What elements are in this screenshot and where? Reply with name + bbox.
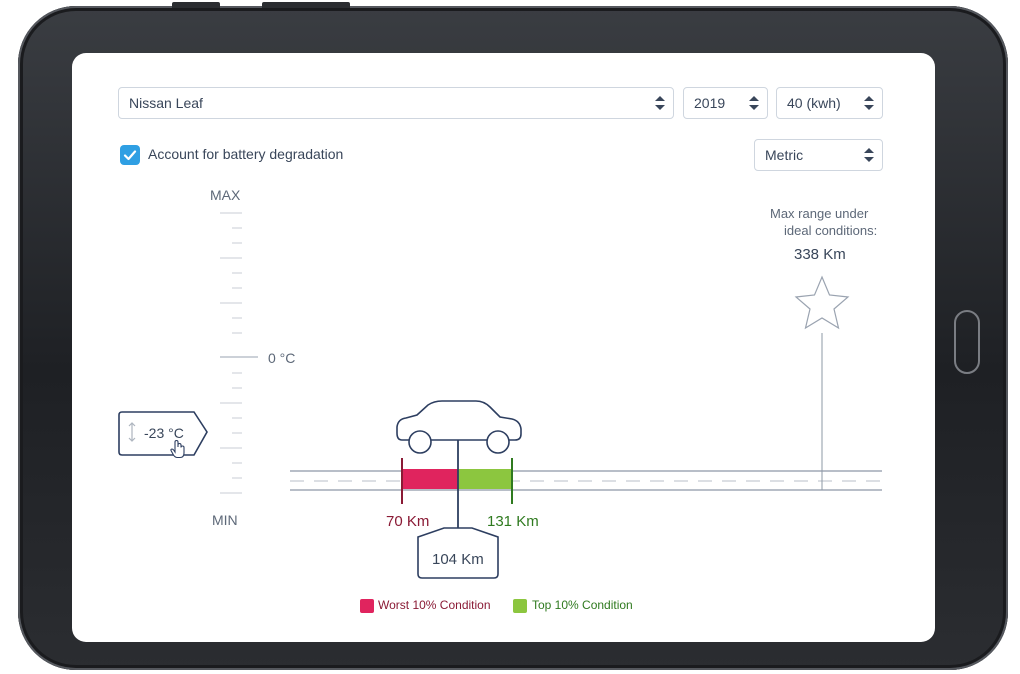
app-screen: Nissan Leaf 2019 40 (kwh) Account for ba… bbox=[72, 53, 935, 642]
range-diagram bbox=[290, 275, 882, 579]
car-icon bbox=[396, 400, 522, 531]
worst-legend-label: Worst 10% Condition bbox=[378, 598, 491, 612]
worst-range-bar bbox=[402, 469, 458, 489]
worst-legend-swatch bbox=[360, 599, 374, 613]
volume-button bbox=[172, 2, 220, 8]
home-button bbox=[954, 310, 980, 374]
estimated-range-value: 104 Km bbox=[432, 551, 484, 568]
top-legend-swatch bbox=[513, 599, 527, 613]
ideal-label-line2: ideal conditions: bbox=[784, 223, 878, 238]
power-button bbox=[262, 2, 350, 8]
worst-range-value: 70 Km bbox=[386, 513, 430, 530]
top-legend-label: Top 10% Condition bbox=[532, 598, 633, 612]
ideal-label-line1: Max range under bbox=[770, 206, 869, 221]
ideal-range-value: 338 Km bbox=[794, 246, 846, 263]
top-range-bar bbox=[458, 469, 512, 489]
best-range-value: 131 Km bbox=[487, 513, 539, 530]
star-icon bbox=[794, 275, 850, 330]
range-visual bbox=[72, 53, 935, 642]
